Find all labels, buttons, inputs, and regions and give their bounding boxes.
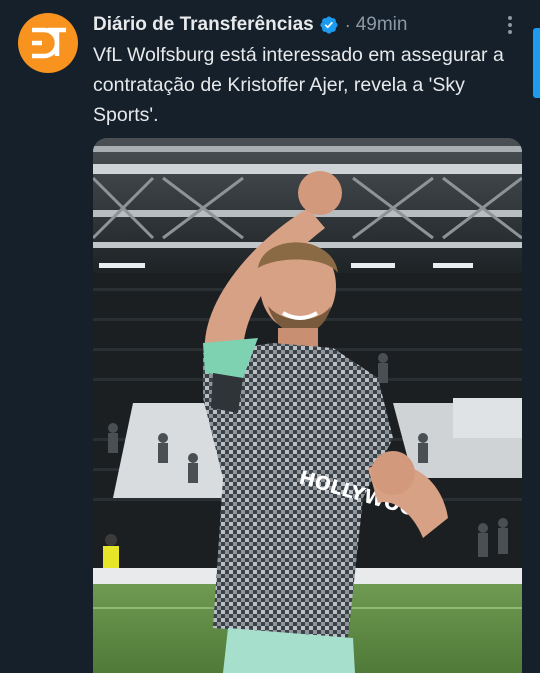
tweet-header: Diário de Transferências · 49min xyxy=(93,12,407,38)
avatar[interactable] xyxy=(18,13,78,73)
author-name[interactable]: Diário de Transferências xyxy=(93,14,314,36)
more-options-button[interactable] xyxy=(496,12,524,38)
scroll-indicator xyxy=(533,28,540,98)
timestamp[interactable]: 49min xyxy=(356,14,408,36)
tweet-text: VfL Wolfsburg está interessado em assegu… xyxy=(93,44,504,126)
tweet-media[interactable]: HOLLYWOOD xyxy=(93,138,522,673)
tweet[interactable]: Diário de Transferências · 49min VfL Wol… xyxy=(0,0,540,673)
verified-badge-icon[interactable] xyxy=(319,15,339,35)
more-options-icon xyxy=(508,16,512,34)
dt-logo-icon xyxy=(32,27,66,59)
separator-dot: · xyxy=(344,14,351,35)
football-player-photo: HOLLYWOOD xyxy=(93,138,522,673)
